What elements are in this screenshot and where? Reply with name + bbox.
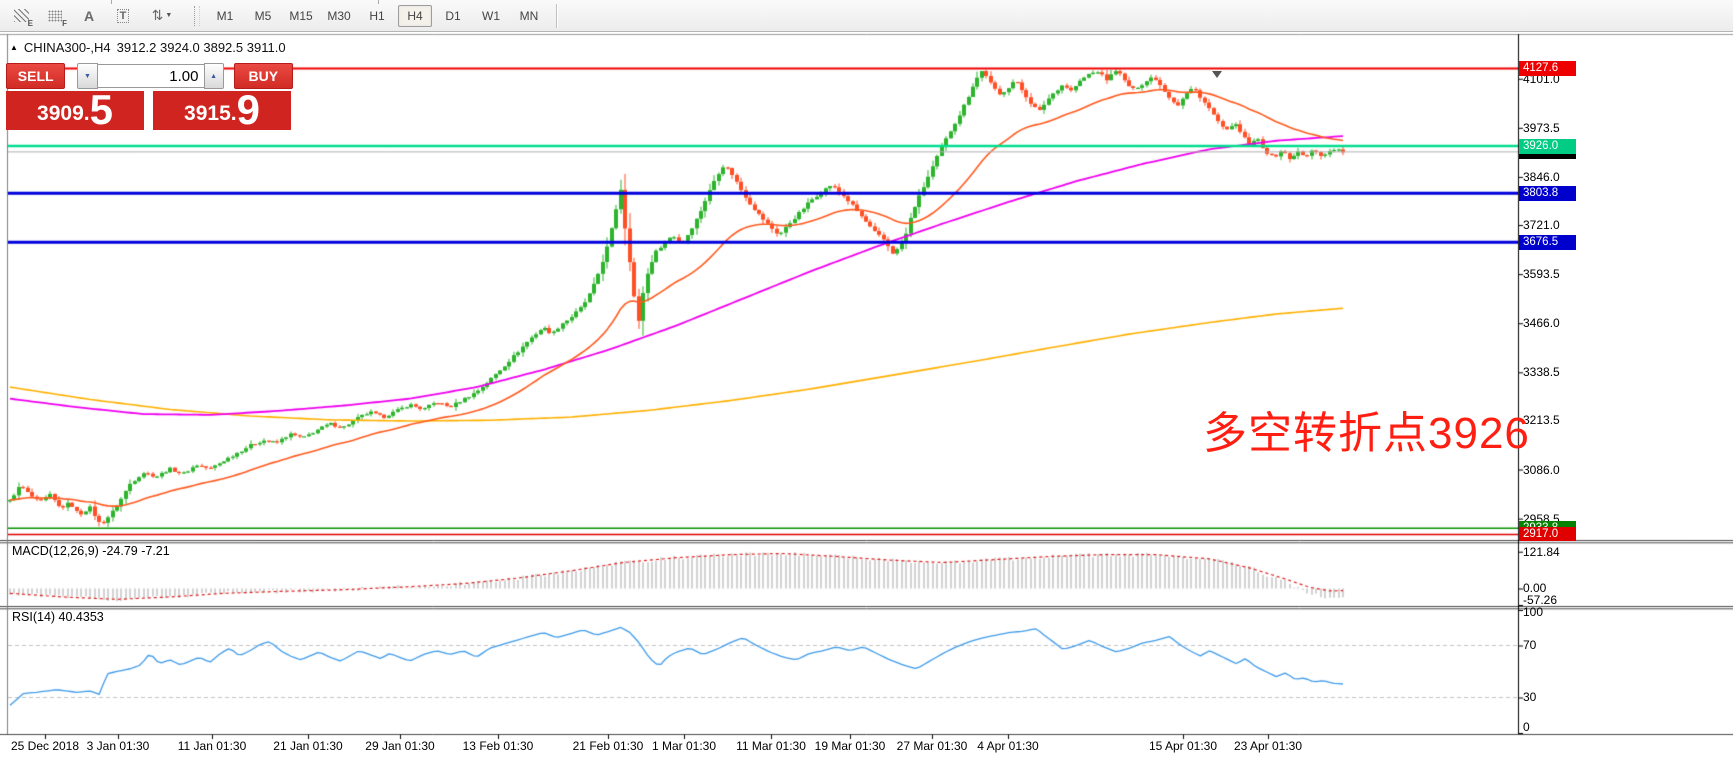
rsi-axis-100: 100 [1523, 605, 1543, 619]
date-axis-label: 27 Mar 01:30 [897, 739, 968, 753]
symbol-marker-icon: ▲ [10, 43, 18, 52]
price-tick-label: 3338.5 [1523, 365, 1560, 379]
timeframe-button-m1[interactable]: M1 [208, 5, 242, 27]
date-axis-label: 11 Jan 01:30 [178, 739, 247, 753]
date-axis-label: 29 Jan 01:30 [365, 739, 434, 753]
arrange-sort-icon[interactable]: ⇅▼ [144, 4, 180, 28]
icon-subscript: E [28, 19, 33, 28]
buy-price-main: 3915 [184, 99, 231, 129]
chevron-down-icon: ▼ [165, 12, 172, 19]
macd-pane[interactable] [8, 543, 1518, 606]
date-axis-label: 4 Apr 01:30 [977, 739, 1038, 753]
price-tick-label: 2958.5 [1523, 512, 1560, 526]
toolbar-remnant [378, 0, 379, 4]
macd-axis-max: 121.84 [1523, 545, 1560, 559]
price-tick-label: 4101.0 [1523, 72, 1560, 86]
timeframe-button-mn[interactable]: MN [512, 5, 546, 27]
grid-properties-icon[interactable]: F [42, 4, 68, 28]
volume-input[interactable] [98, 64, 204, 88]
timeframe-button-m15[interactable]: M15 [284, 5, 318, 27]
rsi-label: RSI(14) 40.4353 [12, 610, 104, 624]
date-axis-label: 15 Apr 01:30 [1149, 739, 1217, 753]
chart-shift-marker-icon[interactable] [1212, 71, 1222, 78]
chart-annotation-text: 多空转折点3926 [1203, 397, 1530, 461]
chart-ohlc-header: ▲ CHINA300-,H4 3912.2 3924.0 3892.5 3911… [10, 40, 286, 55]
price-tick-label: 3086.0 [1523, 463, 1560, 477]
arrows-glyph: ⇅ [152, 7, 164, 24]
textbox-glyph: T [117, 9, 130, 23]
font-label-icon[interactable]: A [76, 4, 102, 28]
buy-price-box[interactable]: 3915.9 [153, 91, 291, 130]
toolbar-separator [556, 4, 558, 28]
timeframe-button-m5[interactable]: M5 [246, 5, 280, 27]
hatch-glyph [14, 9, 29, 22]
price-tick-label: 3466.0 [1523, 316, 1560, 330]
date-axis-label: 25 Dec 2018 [11, 739, 79, 753]
date-axis-label: 19 Mar 01:30 [815, 739, 886, 753]
icon-subscript: F [62, 19, 67, 28]
timeframe-button-h4[interactable]: H4 [398, 5, 432, 27]
volume-increase-button[interactable]: ▲ [204, 63, 224, 89]
trading-terminal-window: E F A T ⇅▼ M1M5M15M30H1H4D1W1MN ▲ CHINA3… [0, 0, 1733, 757]
toolbar-drag-handle[interactable] [194, 6, 200, 26]
symbol-period-label: CHINA300-,H4 [24, 40, 111, 55]
sell-price-box[interactable]: 3909.5 [6, 91, 144, 130]
rsi-axis-0: 0 [1523, 720, 1530, 734]
date-axis-label: 21 Jan 01:30 [273, 739, 342, 753]
timeframe-button-d1[interactable]: D1 [436, 5, 470, 27]
date-axis-label: 13 Feb 01:30 [463, 739, 534, 753]
ohlc-values: 3912.2 3924.0 3892.5 3911.0 [117, 40, 286, 55]
sell-button[interactable]: SELL [6, 63, 65, 89]
price-tick-label: 3593.5 [1523, 267, 1560, 281]
date-axis-label: 11 Mar 01:30 [736, 739, 806, 753]
sell-price-main: 3909 [37, 99, 84, 129]
price-tick-label: 3721.0 [1523, 218, 1560, 232]
sell-price-pips: 5 [90, 91, 113, 129]
rsi-pane[interactable] [8, 609, 1518, 734]
date-axis-label: 1 Mar 01:30 [652, 739, 716, 753]
date-axis-label: 3 Jan 01:30 [87, 739, 150, 753]
buy-price-pips: 9 [237, 91, 260, 129]
chart-window: ▲ CHINA300-,H4 3912.2 3924.0 3892.5 3911… [0, 33, 1733, 757]
text-box-icon[interactable]: T [110, 4, 136, 28]
timeframe-button-group: M1M5M15M30H1H4D1W1MN [206, 5, 548, 27]
timeframe-button-w1[interactable]: W1 [474, 5, 508, 27]
rsi-axis-30: 30 [1523, 690, 1536, 704]
price-tick-label: 3846.0 [1523, 170, 1560, 184]
timeframe-button-h1[interactable]: H1 [360, 5, 394, 27]
macd-label: MACD(12,26,9) -24.79 -7.21 [12, 544, 170, 558]
timeframe-button-m30[interactable]: M30 [322, 5, 356, 27]
rsi-axis-70: 70 [1523, 638, 1536, 652]
trade-panel-prices: 3909.5 3915.9 [6, 91, 293, 130]
price-tick-label: 3973.5 [1523, 121, 1560, 135]
date-axis-label: 21 Feb 01:30 [573, 739, 644, 753]
indicators-hatch-icon[interactable]: E [8, 4, 34, 28]
date-axis-label: 23 Apr 01:30 [1234, 739, 1302, 753]
grid-glyph [48, 10, 62, 22]
toolbar: E F A T ⇅▼ M1M5M15M30H1H4D1W1MN [0, 0, 1733, 32]
one-click-trade-panel: SELL ▼ ▲ BUY 3909.5 3915.9 [6, 63, 293, 130]
font-glyph: A [84, 8, 94, 24]
